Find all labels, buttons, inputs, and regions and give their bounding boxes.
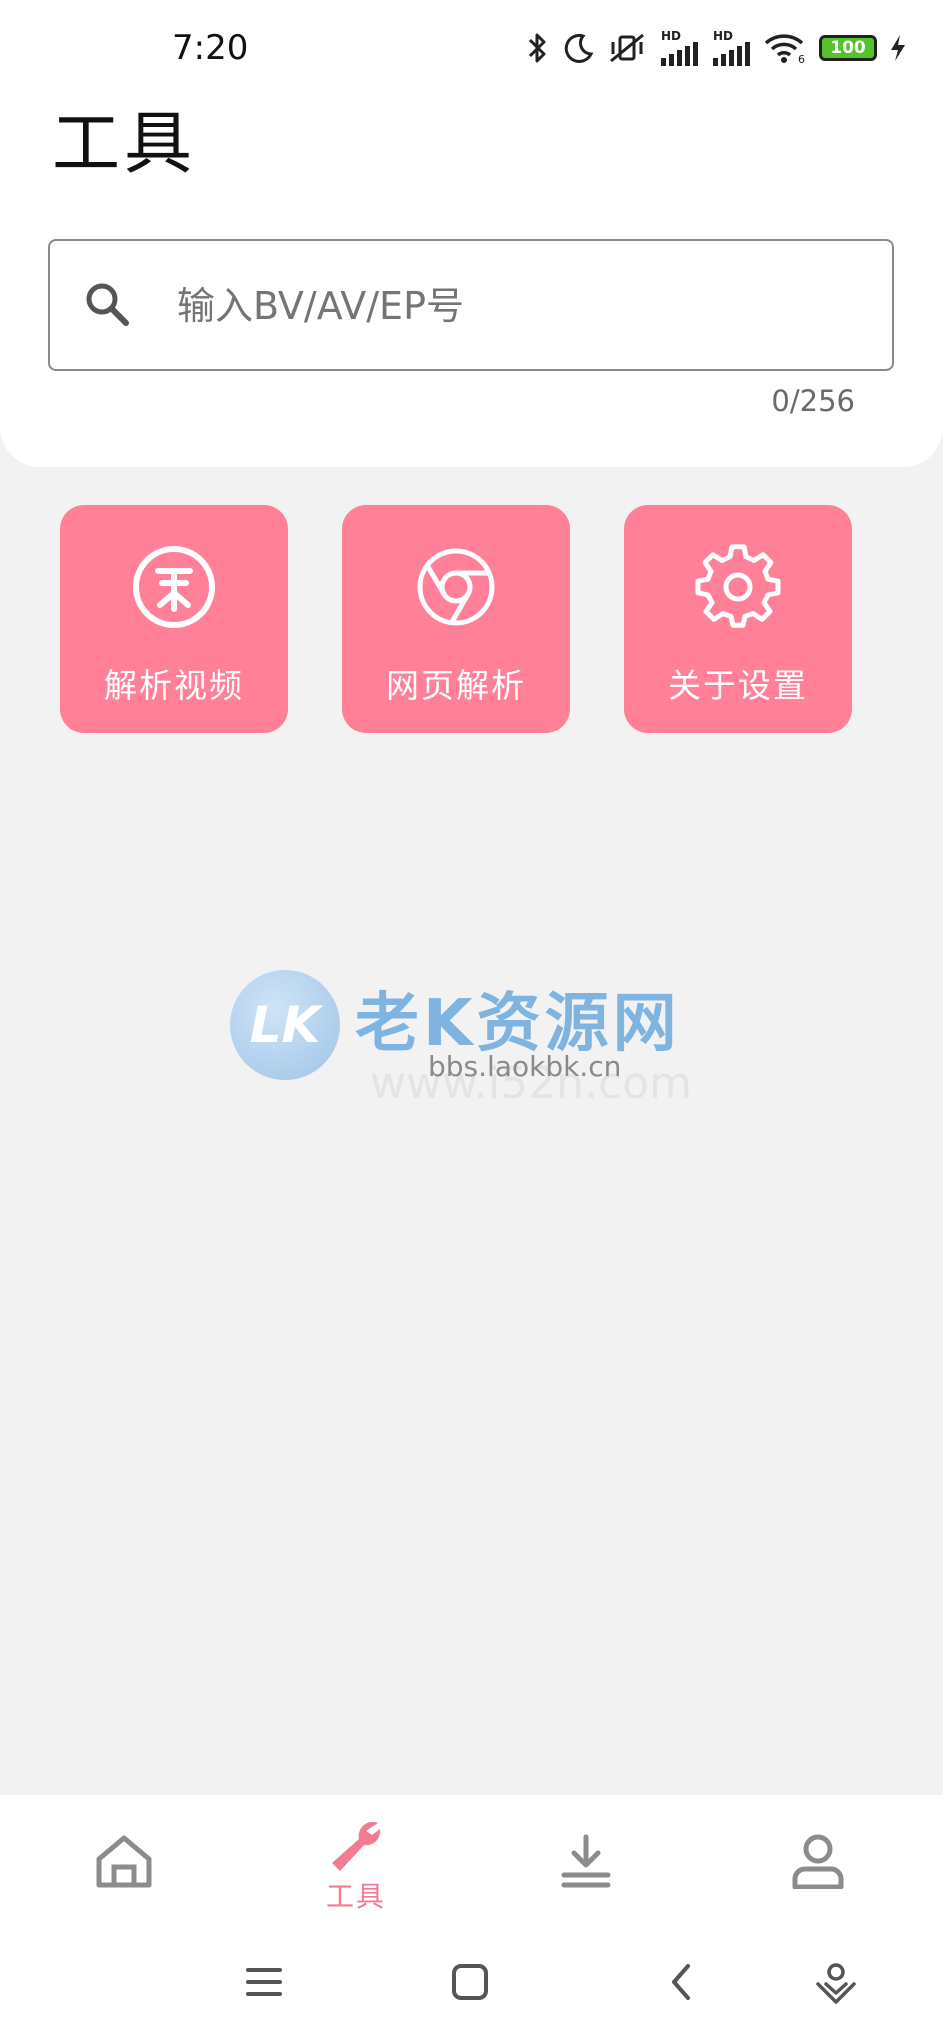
tool-label: 解析视频: [104, 666, 244, 705]
watermark: www.i52n.com LK 老K资源网 bbs.laokbk.cn: [160, 930, 780, 1110]
hd-label: HD: [713, 29, 734, 43]
battery-icon: 100: [819, 35, 877, 61]
charging-icon: [891, 35, 905, 61]
home-icon: [96, 1835, 152, 1888]
user-icon: [792, 1834, 844, 1889]
nav-home[interactable]: [54, 1795, 194, 1940]
nav-tools-label: 工具: [325, 1880, 386, 1913]
about-settings-button[interactable]: 关于设置: [624, 505, 852, 733]
search-box[interactable]: [48, 239, 894, 371]
gear-icon: [695, 544, 781, 628]
moon-icon: [564, 33, 594, 63]
assistant-icon[interactable]: [814, 1962, 858, 2006]
nav-download[interactable]: [516, 1795, 656, 1940]
wifi-icon: 6: [764, 34, 805, 64]
wifi-sub-label: 6: [798, 53, 805, 64]
back-icon[interactable]: [662, 1962, 702, 2002]
parse-video-button[interactable]: 解析视频: [60, 505, 288, 733]
signal-2: HD: [711, 30, 751, 66]
chrome-icon: [417, 548, 495, 626]
web-parse-button[interactable]: 网页解析: [342, 505, 570, 733]
menu-icon[interactable]: [244, 1962, 284, 2002]
search-icon: [86, 283, 129, 326]
status-bar: 7:20 HD HD 6 100: [0, 0, 943, 90]
signal-icon: [661, 42, 698, 66]
nav-profile[interactable]: [748, 1795, 888, 1940]
system-nav-bar: [0, 1940, 943, 2041]
search-input[interactable]: [175, 263, 869, 349]
bluetooth-icon: [528, 33, 546, 63]
watermark-url: bbs.laokbk.cn: [428, 1050, 622, 1083]
bottom-nav: 工具: [0, 1795, 943, 1940]
download-icon: [561, 1834, 611, 1888]
signal-icon: [713, 42, 750, 66]
tool-label: 网页解析: [386, 666, 526, 705]
nav-tools[interactable]: 工具: [286, 1795, 426, 1940]
coin-icon: [133, 546, 215, 628]
tool-label: 关于设置: [668, 666, 808, 705]
hd-label: HD: [661, 29, 682, 43]
status-time: 7:20: [172, 28, 249, 68]
status-icons: HD HD 6 100: [525, 30, 907, 66]
watermark-logo: LK: [230, 970, 340, 1080]
mute-vibrate-icon: [610, 33, 644, 63]
signal-1: HD: [659, 30, 699, 66]
home-square-icon[interactable]: [450, 1962, 490, 2002]
wrench-icon: [332, 1821, 381, 1871]
page-title: 工具: [52, 105, 197, 184]
char-counter: 0/256: [771, 384, 855, 418]
